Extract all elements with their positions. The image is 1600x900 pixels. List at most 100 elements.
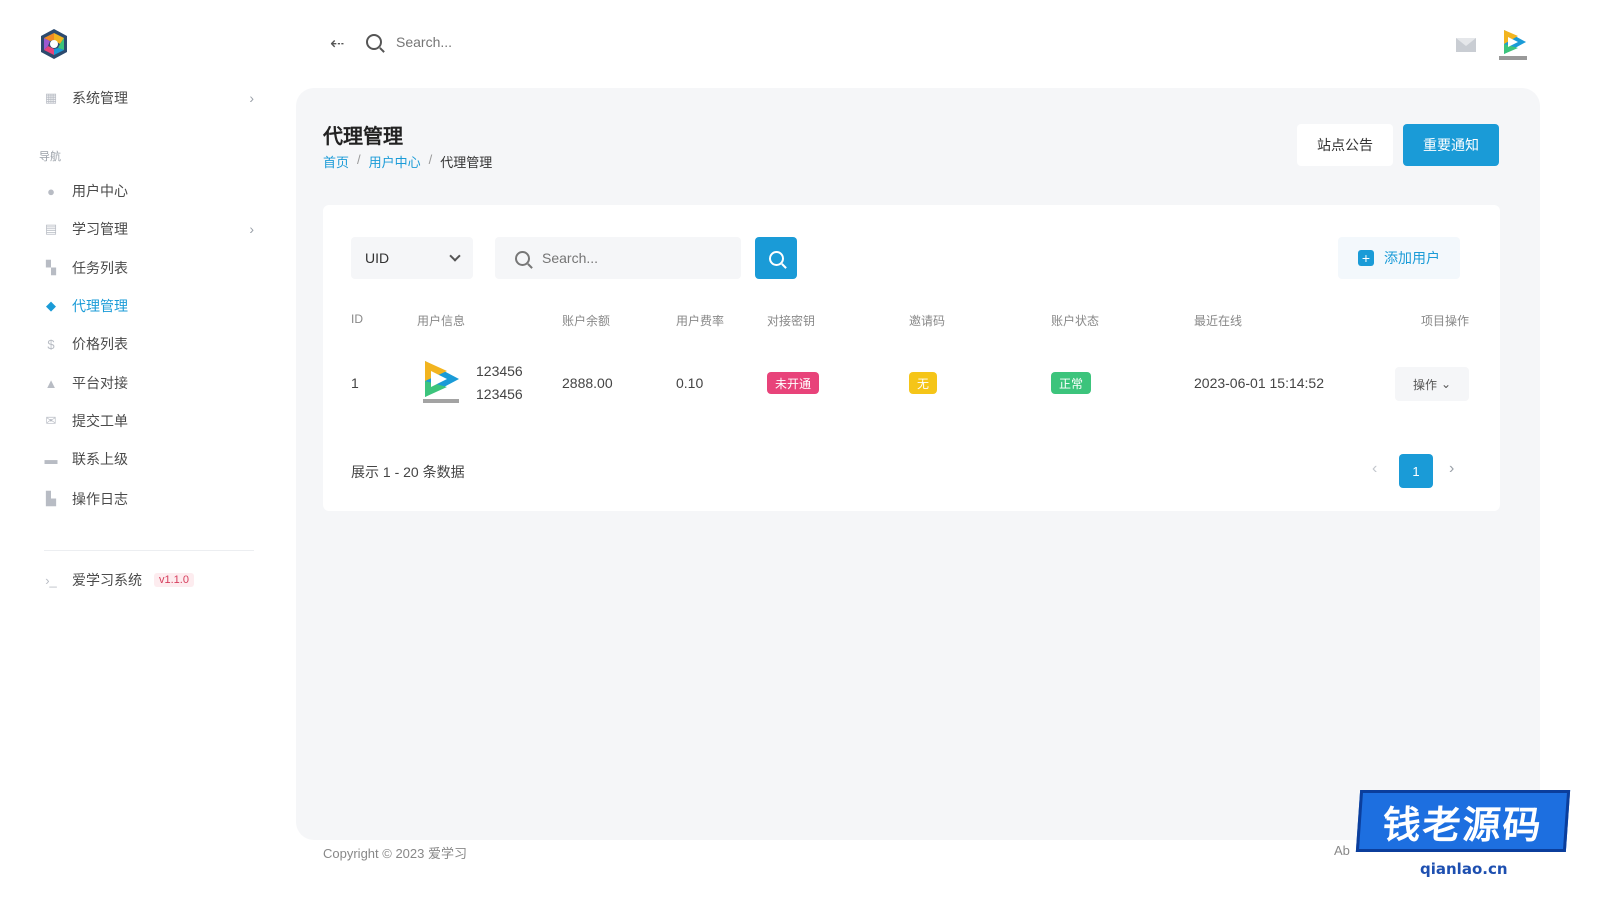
breadcrumb-separator: / xyxy=(357,152,361,167)
sidebar-item-label: 操作日志 xyxy=(72,491,128,507)
sidebar-item-log[interactable]: ▙ 操作日志 xyxy=(42,484,254,514)
important-notice-button[interactable]: 重要通知 xyxy=(1403,124,1499,166)
table-search xyxy=(495,237,741,279)
chat-icon: ▬ xyxy=(44,451,58,467)
chevron-down-icon xyxy=(449,250,461,262)
agent-icon: ◆ xyxy=(46,298,56,313)
user-icon: ● xyxy=(47,183,55,199)
sidebar-item-label: 学习管理 xyxy=(72,221,128,237)
column-header-invite: 邀请码 xyxy=(909,314,946,328)
sidebar-item-label: 任务列表 xyxy=(72,260,128,276)
column-header-actions: 项目操作 xyxy=(1421,314,1470,328)
sidebar-item-contact[interactable]: ▬ 联系上级 xyxy=(42,444,254,474)
cell-last-online: 2023-06-01 15:14:52 xyxy=(1194,375,1324,391)
footer-about-link[interactable]: Ab xyxy=(1334,843,1350,858)
chevron-right-icon: › xyxy=(249,221,254,237)
top-search xyxy=(366,34,696,50)
breadcrumb-separator: / xyxy=(428,152,433,167)
footer-copyright: Copyright © 2023 爱学习 xyxy=(323,846,467,861)
sidebar-item-platform[interactable]: ▲ 平台对接 xyxy=(42,368,254,398)
site-notice-button[interactable]: 站点公告 xyxy=(1297,124,1393,166)
top-search-input[interactable] xyxy=(396,34,696,50)
sidebar-item-system[interactable]: ▦ 系统管理 › xyxy=(42,83,254,113)
main-panel: 代理管理 首页 / 用户中心 / 代理管理 站点公告 重要通知 UID + 添加… xyxy=(296,88,1540,840)
topbar: ⇠ xyxy=(290,0,1600,88)
row-action-label: 操作 xyxy=(1412,377,1437,392)
dollar-icon: $ xyxy=(47,336,55,352)
invite-code-badge: 无 xyxy=(909,372,938,394)
nav-section-label: 导航 xyxy=(39,151,61,163)
platform-icon: ▲ xyxy=(44,375,58,391)
sidebar-divider xyxy=(44,550,254,551)
sidebar-item-ticket[interactable]: ✉ 提交工单 xyxy=(42,406,254,436)
column-header-id: ID xyxy=(351,312,363,326)
app-logo[interactable] xyxy=(38,28,70,60)
breadcrumb: 首页 / 用户中心 / 代理管理 xyxy=(323,152,492,171)
pagination-info: 展示 1 - 20 条数据 xyxy=(351,464,465,480)
sidebar-item-label: 平台对接 xyxy=(72,375,128,391)
app-name: 爱学习系统 xyxy=(72,572,142,588)
cell-user-name: 123456 xyxy=(476,363,523,379)
breadcrumb-current: 代理管理 xyxy=(440,155,493,170)
user-avatar xyxy=(423,361,459,403)
sidebar-item-prices[interactable]: $ 价格列表 xyxy=(42,329,254,359)
sidebar: ▦ 系统管理 › 导航 ● 用户中心 ▤ 学习管理 › ▚ 任务列表 ◆ 代理管… xyxy=(0,0,290,900)
column-header-last-online: 最近在线 xyxy=(1194,314,1243,328)
watermark-text: 钱老源码 xyxy=(1381,802,1545,847)
sidebar-item-label: 系统管理 xyxy=(72,90,128,106)
back-arrow-icon[interactable]: ⇠ xyxy=(330,34,344,54)
search-icon xyxy=(768,250,784,266)
account-status-badge: 正常 xyxy=(1051,372,1092,394)
cell-balance: 2888.00 xyxy=(562,375,613,391)
sidebar-item-user-center[interactable]: ● 用户中心 xyxy=(42,176,254,206)
cell-rate: 0.10 xyxy=(676,375,704,391)
mail-icon[interactable] xyxy=(1456,38,1476,52)
watermark-box: 钱老源码 xyxy=(1355,790,1571,852)
sidebar-item-label: 用户中心 xyxy=(72,183,128,199)
breadcrumb-home[interactable]: 首页 xyxy=(323,152,349,171)
add-user-button[interactable]: + 添加用户 xyxy=(1338,237,1460,279)
sidebar-app-info[interactable]: ›_ 爱学习系统 v1.1.0 xyxy=(42,565,254,595)
select-value: UID xyxy=(365,250,390,266)
task-icon: ▚ xyxy=(46,260,56,275)
avatar[interactable] xyxy=(1496,26,1530,62)
cell-id: 1 xyxy=(351,375,359,391)
page-title: 代理管理 xyxy=(323,126,403,148)
column-header-key: 对接密钥 xyxy=(767,314,816,328)
pagination-prev-icon[interactable]: ‹ xyxy=(1372,460,1377,478)
sidebar-item-label: 价格列表 xyxy=(72,336,128,352)
search-button[interactable] xyxy=(755,237,797,279)
search-icon xyxy=(515,250,530,266)
add-user-label: 添加用户 xyxy=(1384,250,1440,266)
search-icon xyxy=(366,34,382,50)
sidebar-item-label: 联系上级 xyxy=(72,451,128,467)
breadcrumb-user-center[interactable]: 用户中心 xyxy=(369,152,421,171)
watermark-url: qianlao.cn xyxy=(1420,860,1508,878)
terminal-icon: ›_ xyxy=(45,572,57,588)
column-header-user-info: 用户信息 xyxy=(417,314,466,328)
sidebar-item-tasks[interactable]: ▚ 任务列表 xyxy=(42,253,254,283)
chevron-down-icon: ⌄ xyxy=(1440,377,1452,391)
pagination-next-icon[interactable]: › xyxy=(1449,460,1454,478)
agent-table-card: UID + 添加用户 ID 用户信息 账户余额 用户费率 对接密钥 邀请码 账户… xyxy=(323,205,1500,511)
sidebar-item-study[interactable]: ▤ 学习管理 › xyxy=(42,214,254,244)
sidebar-item-agent[interactable]: ◆ 代理管理 xyxy=(42,291,254,321)
chevron-right-icon: › xyxy=(249,90,254,106)
version-badge: v1.1.0 xyxy=(154,573,194,587)
cart-icon: ▤ xyxy=(44,221,58,236)
search-field-select[interactable]: UID xyxy=(351,237,473,279)
sidebar-item-label: 提交工单 xyxy=(72,413,128,429)
key-status-badge: 未开通 xyxy=(767,372,820,394)
table-search-input[interactable] xyxy=(542,250,722,266)
grid-icon: ▦ xyxy=(44,90,58,105)
column-header-status: 账户状态 xyxy=(1051,314,1100,328)
cell-user-account: 123456 xyxy=(476,386,523,402)
plus-icon: + xyxy=(1358,250,1374,266)
sidebar-item-label: 代理管理 xyxy=(72,298,128,314)
row-action-dropdown[interactable]: 操作 ⌄ xyxy=(1395,367,1469,401)
pagination-page-1[interactable]: 1 xyxy=(1399,454,1433,488)
watermark-logo: 钱老源码 qianlao.cn xyxy=(1350,780,1571,880)
mail-icon: ✉ xyxy=(45,413,57,428)
column-header-balance: 账户余额 xyxy=(562,314,611,328)
log-icon: ▙ xyxy=(46,491,56,506)
